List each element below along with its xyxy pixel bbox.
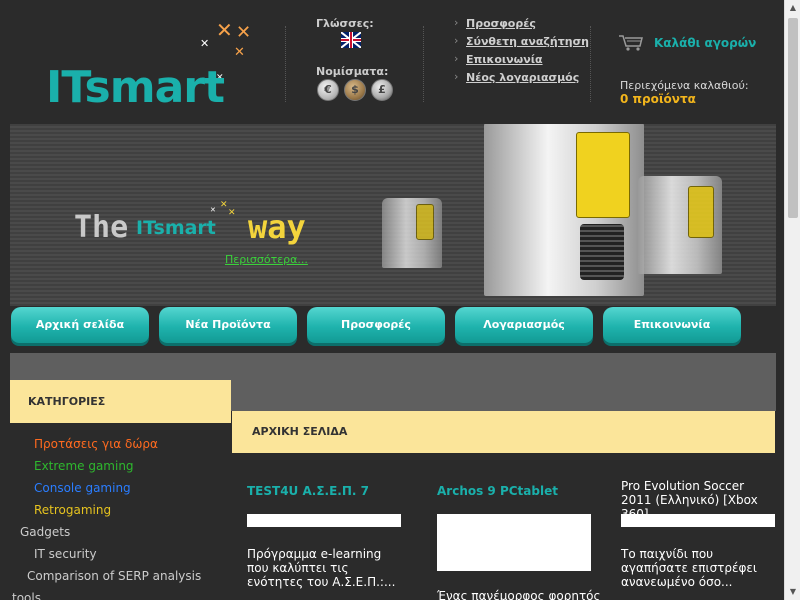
category-item[interactable]: Comparison of SERP analysis [10, 565, 231, 587]
pound-symbol: £ [378, 83, 386, 96]
currencies-label: Νομίσματα: [316, 65, 389, 78]
category-item[interactable]: tools [10, 587, 231, 600]
banner-more-link[interactable]: Περισσότερα... [225, 253, 308, 266]
vertical-scrollbar[interactable]: ▲ ▼ [784, 0, 800, 600]
dollar-symbol: $ [351, 83, 359, 96]
dollar-coin-icon[interactable]: $ [344, 79, 366, 101]
nav-home-button[interactable]: Αρχική σελίδα [11, 307, 149, 343]
header-divider [285, 26, 286, 102]
new-account-link[interactable]: Νέος λογαριασμός [454, 70, 589, 89]
banner-cross-decoration: ✕ [220, 200, 228, 210]
product-description: Το παιχνίδι που αγαπήσατε επιστρέφει ανα… [621, 547, 757, 589]
category-item[interactable]: Retrogaming [10, 499, 231, 521]
top-links: Προσφορές Σύνθετη αναζήτηση Επικοινωνία … [454, 16, 589, 89]
scroll-up-icon[interactable]: ▲ [785, 0, 800, 16]
euro-symbol: € [324, 83, 332, 96]
banner-the-text: The [74, 210, 129, 245]
cart-count: 0 προϊόντα [620, 92, 696, 106]
logo-cross-decoration: ✕ [200, 37, 210, 50]
product-card[interactable]: Archos 9 PCtablet Ένας πανέμορφος φορητό… [437, 453, 601, 600]
hero-banner: The ✕ ✕ ✕ ITsmart way Περισσότερα... [10, 124, 776, 306]
server-illustration [638, 176, 722, 274]
banner-cross-decoration: ✕ [228, 208, 236, 218]
main-navigation: Αρχική σελίδα Νέα Προϊόντα Προσφορές Λογ… [0, 306, 784, 350]
category-item[interactable]: IT security [10, 543, 231, 565]
product-title[interactable]: Archos 9 PCtablet [437, 484, 558, 498]
cart-contents-label: Περιεχόμενα καλαθιού: [620, 79, 749, 92]
product-description: Ένας πανέμορφος φορητός [437, 589, 601, 600]
logo-cross-decoration: ✕ [216, 18, 233, 42]
shopping-cart-link[interactable]: Καλάθι αγορών [654, 36, 756, 50]
shopping-cart-icon[interactable] [618, 34, 644, 52]
categories-title: ΚΑΤΗΓΟΡΙΕΣ [10, 380, 231, 423]
nav-new-products-button[interactable]: Νέα Προϊόντα [159, 307, 297, 343]
category-item[interactable]: Extreme gaming [10, 455, 231, 477]
banner-way-text: way [248, 208, 306, 246]
nav-contact-button[interactable]: Επικοινωνία [603, 307, 741, 343]
categories-list: Προτάσεις για δώρα Extreme gaming Consol… [10, 423, 231, 600]
banner-cross-decoration: ✕ [210, 206, 216, 214]
main-section-title: ΑΡΧΙΚΗ ΣΕΛΙΔΑ [232, 411, 775, 453]
english-flag-icon[interactable] [341, 32, 361, 48]
scroll-down-icon[interactable]: ▼ [785, 584, 800, 600]
product-image[interactable] [247, 514, 401, 527]
site-header: ✕ ✕ ✕ ✕ ✕ ITsmart Γλώσσες: Νομίσματα: € … [0, 0, 784, 120]
offers-link[interactable]: Προσφορές [454, 16, 589, 35]
category-item[interactable]: Προτάσεις για δώρα [10, 433, 231, 455]
nav-account-button[interactable]: Λογαριασμός [455, 307, 593, 343]
product-card[interactable]: TEST4U Α.Σ.Ε.Π. 7 Πρόγραμμα e-learning π… [247, 453, 407, 600]
product-card[interactable]: Pro Evolution Soccer 2011 (Ελληνικό) [Xb… [621, 453, 781, 600]
banner-brand-text: ITsmart [136, 217, 216, 239]
product-image[interactable] [437, 514, 591, 571]
server-illustration [382, 198, 442, 268]
server-illustration [484, 124, 644, 296]
header-divider [590, 26, 591, 102]
categories-sidebar: ΚΑΤΗΓΟΡΙΕΣ Προτάσεις για δώρα Extreme ga… [10, 380, 231, 600]
languages-label: Γλώσσες: [316, 17, 374, 30]
pound-coin-icon[interactable]: £ [371, 79, 393, 101]
logo-cross-decoration: ✕ [234, 45, 245, 60]
product-description: Πρόγραμμα e-learning που καλύπτει τις εν… [247, 547, 396, 589]
advanced-search-link[interactable]: Σύνθετη αναζήτηση [454, 34, 589, 53]
site-logo[interactable]: ✕ ✕ ✕ ✕ ✕ ITsmart [46, 14, 266, 113]
category-item[interactable]: Console gaming [10, 477, 231, 499]
logo-cross-decoration: ✕ [236, 22, 252, 43]
product-image[interactable] [621, 514, 775, 527]
euro-coin-icon[interactable]: € [317, 79, 339, 101]
header-divider [423, 26, 424, 102]
product-grid: TEST4U Α.Σ.Ε.Π. 7 Πρόγραμμα e-learning π… [232, 453, 775, 600]
category-item[interactable]: Gadgets [10, 521, 231, 543]
contact-link[interactable]: Επικοινωνία [454, 52, 589, 71]
logo-wordmark: ITsmart [46, 62, 225, 113]
nav-offers-button[interactable]: Προσφορές [307, 307, 445, 343]
product-title[interactable]: TEST4U Α.Σ.Ε.Π. 7 [247, 484, 369, 498]
scroll-thumb[interactable] [788, 18, 798, 218]
